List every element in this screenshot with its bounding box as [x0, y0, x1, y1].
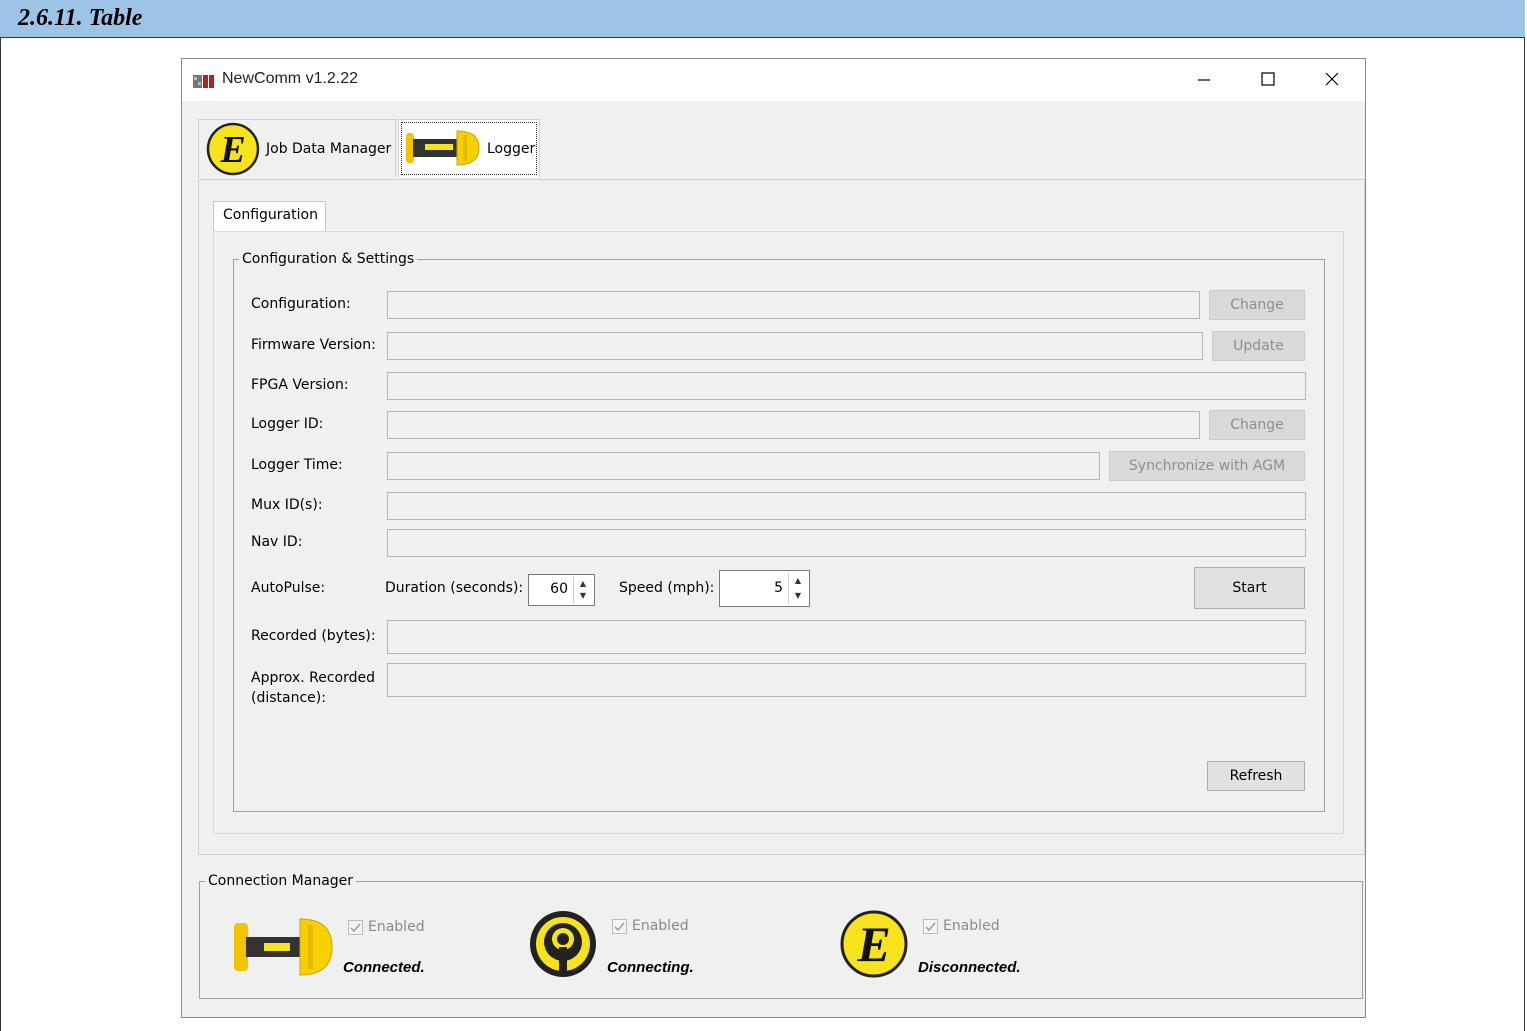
close-icon	[1325, 72, 1339, 86]
minimize-icon	[1198, 79, 1210, 81]
close-button[interactable]	[1300, 59, 1364, 99]
refresh-button[interactable]: Refresh	[1207, 761, 1305, 791]
newcomm-app-icon	[193, 75, 214, 88]
document-heading-band: 2.6.11. Table	[0, 0, 1525, 38]
e-logo-icon: E	[840, 910, 908, 978]
title-bar[interactable]: NewComm v1.2.22	[182, 59, 1365, 101]
logger-id-field[interactable]	[387, 411, 1200, 439]
antenna-enabled-label: Enabled	[632, 918, 689, 934]
autopulse-start-button[interactable]: Start	[1194, 567, 1305, 609]
speed-label: Speed (mph):	[619, 580, 715, 596]
autopulse-label: AutoPulse:	[251, 580, 326, 596]
configuration-field[interactable]	[387, 291, 1200, 319]
fpga-version-field[interactable]	[387, 372, 1306, 400]
duration-spinner[interactable]: 60 ▲ ▼	[528, 574, 595, 606]
antenna-enabled-checkbox[interactable]: Enabled	[612, 918, 689, 934]
document-heading: 2.6.11. Table	[18, 5, 143, 31]
approx-recorded-label-line1: Approx. Recorded	[251, 670, 375, 686]
window-title: NewComm v1.2.22	[222, 70, 359, 87]
firmware-version-field[interactable]	[387, 332, 1203, 360]
tab-job-data-manager[interactable]: E Job Data Manager	[198, 119, 396, 177]
antenna-connection-status: Connecting.	[607, 959, 694, 976]
speed-spinner[interactable]: 5 ▲ ▼	[719, 570, 810, 607]
configuration-settings-legend: Configuration & Settings	[242, 251, 415, 267]
firmware-update-button[interactable]: Update	[1212, 331, 1305, 361]
jdm-enabled-checkbox[interactable]: Enabled	[923, 918, 1000, 934]
checkmark-icon	[923, 918, 938, 934]
fpga-version-label: FPGA Version:	[251, 377, 349, 393]
recorded-bytes-label: Recorded (bytes):	[251, 628, 376, 644]
maximize-icon	[1261, 72, 1275, 86]
spin-down-icon[interactable]: ▼	[574, 589, 592, 601]
duration-value: 60	[550, 581, 568, 597]
logger-time-label: Logger Time:	[251, 457, 343, 473]
configuration-change-button[interactable]: Change	[1209, 290, 1305, 320]
mux-ids-label: Mux ID(s):	[251, 497, 323, 513]
jdm-connection-status: Disconnected.	[918, 959, 1021, 976]
duration-label: Duration (seconds):	[385, 580, 524, 596]
tab-logger-label: Logger	[487, 140, 536, 157]
logger-id-change-button[interactable]: Change	[1209, 410, 1305, 440]
svg-text:E: E	[219, 129, 245, 171]
approx-recorded-label-line2: (distance):	[251, 690, 326, 706]
e-logo-icon: E	[206, 122, 260, 175]
svg-text:E: E	[856, 916, 890, 972]
speed-spinner-arrows[interactable]: ▲ ▼	[788, 573, 807, 604]
jdm-enabled-label: Enabled	[943, 918, 1000, 934]
logger-time-field[interactable]	[387, 452, 1100, 480]
connection-manager-legend: Connection Manager	[208, 873, 354, 889]
checkmark-icon	[348, 919, 363, 935]
logger-enabled-checkbox[interactable]: Enabled	[348, 919, 425, 935]
approx-recorded-field[interactable]	[387, 663, 1306, 697]
nav-id-field[interactable]	[387, 529, 1306, 557]
speed-value: 5	[774, 580, 783, 596]
logger-connection-status: Connected.	[343, 959, 425, 976]
duration-spinner-arrows[interactable]: ▲ ▼	[573, 577, 592, 603]
logger-device-icon	[406, 129, 480, 166]
tab-job-data-manager-label: Job Data Manager	[266, 140, 392, 157]
synchronize-with-agm-button[interactable]: Synchronize with AGM	[1109, 451, 1305, 481]
antenna-pin-icon	[530, 911, 596, 977]
maximize-button[interactable]	[1236, 59, 1300, 99]
tab-configuration[interactable]: Configuration	[213, 201, 326, 233]
checkmark-icon	[612, 918, 627, 934]
firmware-version-label: Firmware Version:	[251, 337, 376, 353]
configuration-label: Configuration:	[251, 296, 351, 312]
minimize-button[interactable]	[1172, 59, 1236, 99]
spin-down-icon[interactable]: ▼	[789, 588, 807, 603]
spin-up-icon[interactable]: ▲	[789, 573, 807, 588]
app-window: NewComm v1.2.22 E Job Data Manager Logge…	[181, 58, 1366, 1018]
nav-id-label: Nav ID:	[251, 534, 303, 550]
logger-id-label: Logger ID:	[251, 416, 324, 432]
logger-enabled-label: Enabled	[368, 919, 425, 935]
logger-device-icon	[234, 918, 333, 976]
tab-logger[interactable]: Logger	[398, 119, 540, 177]
connection-manager-group: Connection Manager	[199, 873, 1363, 999]
spin-up-icon[interactable]: ▲	[574, 577, 592, 589]
recorded-bytes-field[interactable]	[387, 620, 1306, 654]
mux-ids-field[interactable]	[387, 492, 1306, 520]
